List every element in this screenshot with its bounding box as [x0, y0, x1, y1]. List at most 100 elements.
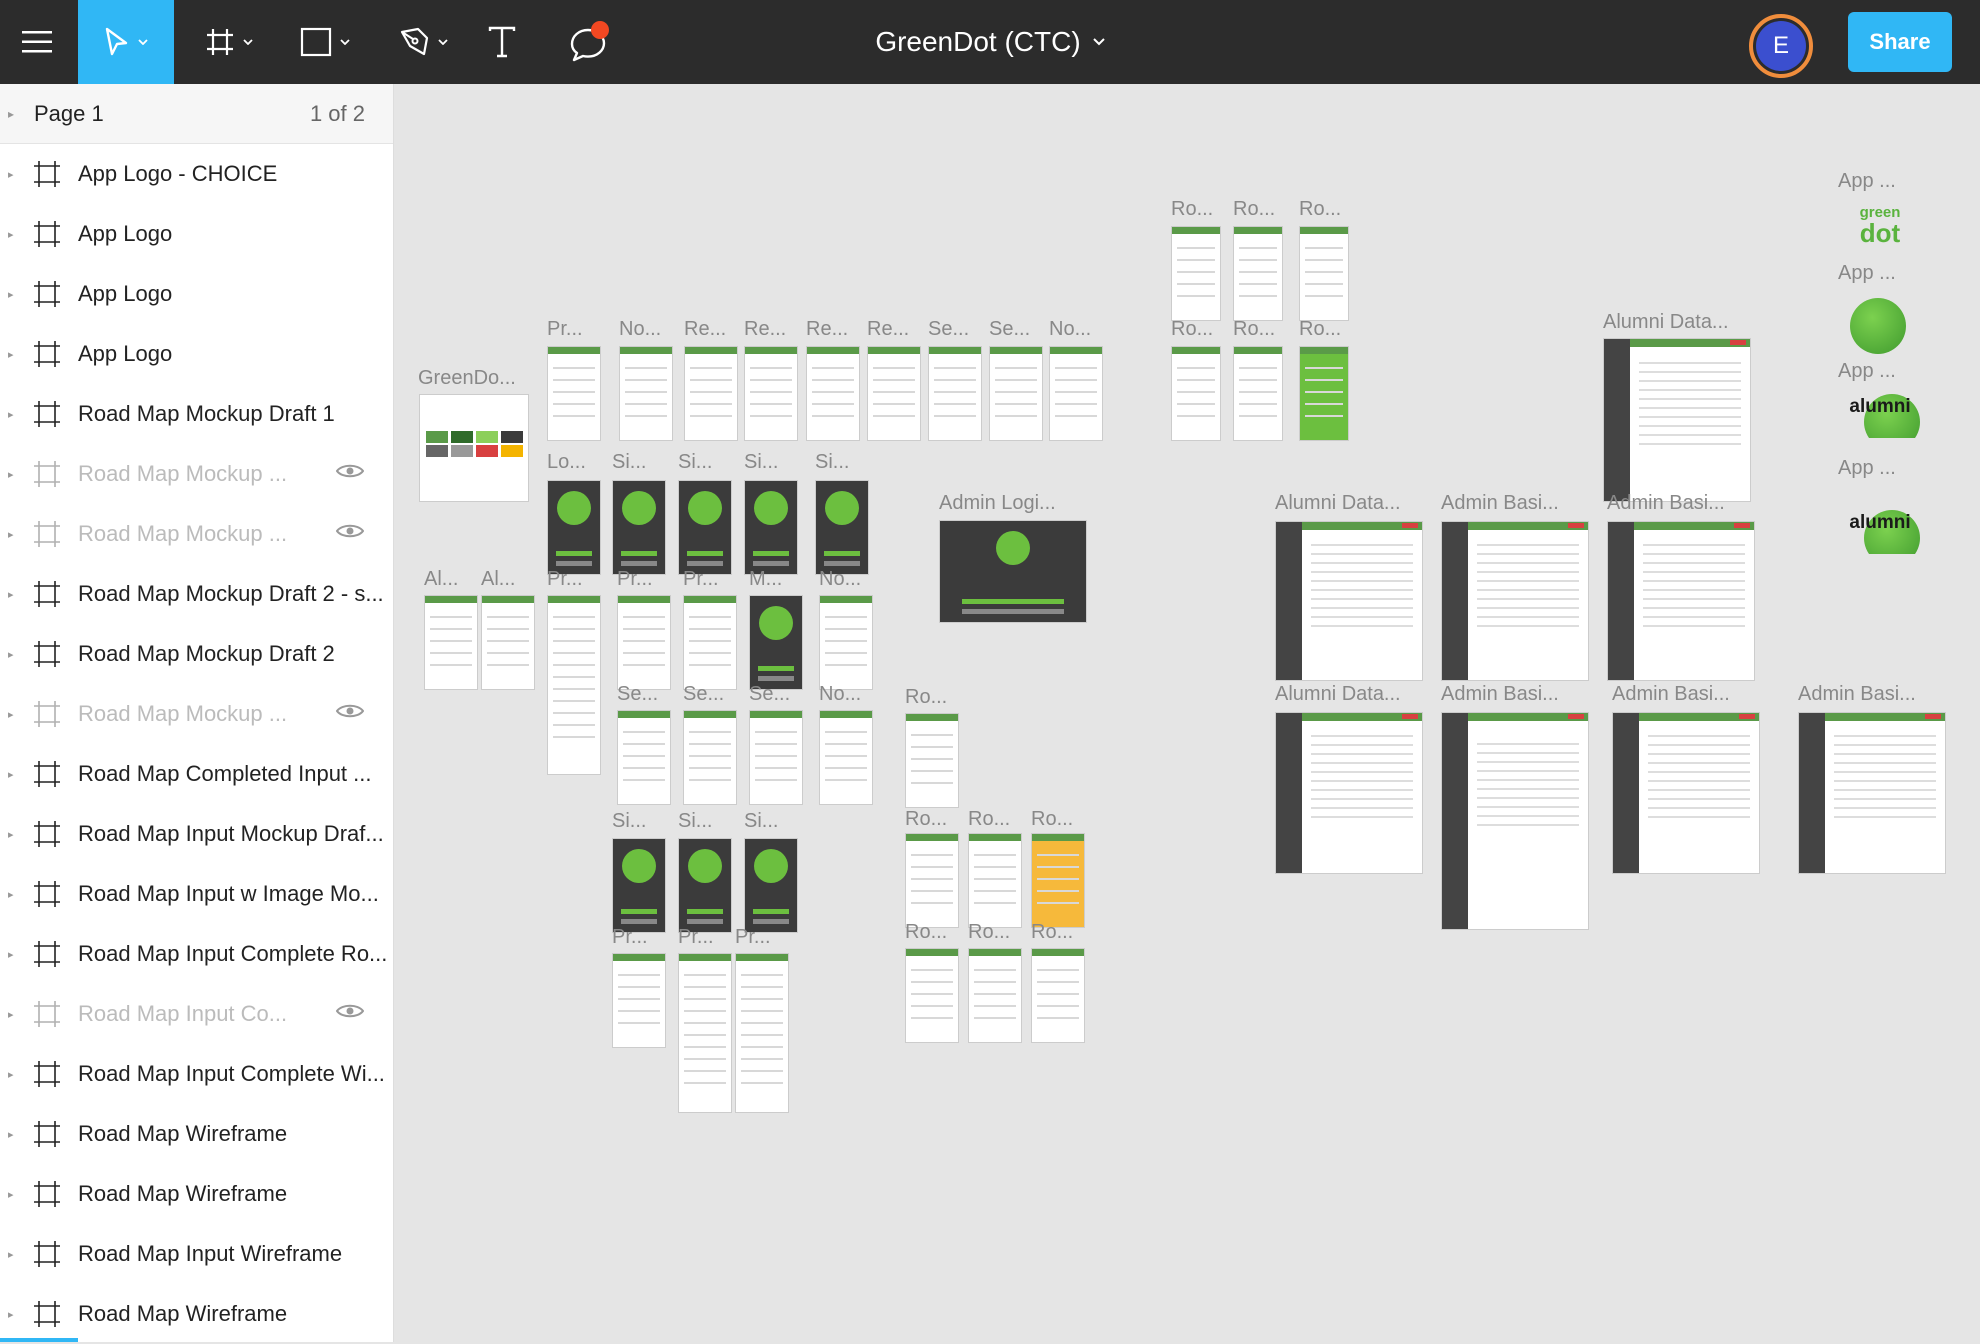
mobile-frame-thumbnail[interactable]	[867, 346, 921, 441]
frame-label[interactable]: Si...	[612, 810, 646, 833]
layer-item[interactable]: ▸ Road Map Mockup ...	[0, 444, 393, 504]
admin-frame-thumbnail[interactable]	[1441, 521, 1589, 681]
layer-item[interactable]: ▸ Road Map Mockup Draft 1	[0, 384, 393, 444]
move-tool-button[interactable]	[78, 0, 174, 84]
pen-tool-button[interactable]	[388, 0, 458, 84]
layer-item[interactable]: ▸ Road Map Input Complete Wi...	[0, 1044, 393, 1104]
frame-label[interactable]: Ro...	[1233, 198, 1275, 221]
frame-label[interactable]: Ro...	[1031, 921, 1073, 944]
frame-label[interactable]: Admin Basi...	[1607, 492, 1725, 515]
frame-label[interactable]: Admin Logi...	[939, 492, 1056, 515]
layer-item[interactable]: ▸ Road Map Wireframe	[0, 1164, 393, 1224]
frame-label[interactable]: Admin Basi...	[1441, 683, 1559, 706]
admin-frame-thumbnail[interactable]	[1275, 521, 1423, 681]
comment-tool-button[interactable]	[556, 0, 620, 84]
frame-label[interactable]: Re...	[806, 318, 848, 341]
frame-label[interactable]: Se...	[683, 683, 724, 706]
expand-triangle-icon[interactable]: ▸	[8, 1248, 14, 1261]
mobile-frame-thumbnail[interactable]	[806, 346, 860, 441]
file-title-menu[interactable]: GreenDot (CTC)	[875, 26, 1105, 58]
frame-label[interactable]: Re...	[744, 318, 786, 341]
frame-label[interactable]: Re...	[867, 318, 909, 341]
app-logo-frame[interactable]	[1840, 290, 1920, 360]
mobile-frame-thumbnail[interactable]	[1233, 346, 1283, 441]
frame-label[interactable]: Si...	[612, 451, 646, 474]
login-frame-thumbnail[interactable]	[749, 595, 803, 690]
avatar[interactable]: E	[1749, 14, 1813, 78]
layer-item[interactable]: ▸ Road Map Mockup ...	[0, 504, 393, 564]
mobile-frame-thumbnail[interactable]	[1171, 226, 1221, 321]
expand-triangle-icon[interactable]: ▸	[8, 408, 14, 421]
mobile-frame-thumbnail[interactable]	[928, 346, 982, 441]
app-logo-frame[interactable]: alumni	[1840, 484, 1920, 554]
mobile-frame-thumbnail[interactable]	[1299, 346, 1349, 441]
frame-label[interactable]: Si...	[744, 451, 778, 474]
layer-item[interactable]: ▸ Road Map Wireframe	[0, 1284, 393, 1344]
layer-item[interactable]: ▸ Road Map Input Wireframe	[0, 1224, 393, 1284]
mobile-frame-thumbnail[interactable]	[1299, 226, 1349, 321]
frame-label[interactable]: Re...	[684, 318, 726, 341]
mobile-frame-thumbnail[interactable]	[617, 595, 671, 690]
mobile-frame-thumbnail[interactable]	[424, 595, 478, 690]
app-logo-frame[interactable]: green dot	[1840, 198, 1920, 268]
expand-triangle-icon[interactable]: ▸	[8, 588, 14, 601]
frame-label[interactable]: Ro...	[1171, 318, 1213, 341]
layer-item[interactable]: ▸ App Logo	[0, 324, 393, 384]
expand-triangle-icon[interactable]: ▸	[8, 708, 14, 721]
app-logo-frame[interactable]: alumni	[1840, 368, 1920, 438]
expand-triangle-icon[interactable]: ▸	[8, 768, 14, 781]
frame-label[interactable]: Pr...	[678, 926, 714, 949]
layer-item[interactable]: ▸ Road Map Mockup ...	[0, 684, 393, 744]
frame-label[interactable]: App ...	[1838, 170, 1896, 193]
frame-label[interactable]: Se...	[989, 318, 1030, 341]
expand-triangle-icon[interactable]: ▸	[8, 948, 14, 961]
frame-label[interactable]: Ro...	[905, 686, 947, 709]
mobile-frame-thumbnail[interactable]	[968, 833, 1022, 928]
mobile-frame-thumbnail[interactable]	[819, 710, 873, 805]
main-menu-button[interactable]	[0, 0, 74, 84]
login-frame-thumbnail[interactable]	[939, 520, 1087, 623]
expand-triangle-icon[interactable]: ▸	[8, 168, 14, 181]
layer-item[interactable]: ▸ Road Map Completed Input ...	[0, 744, 393, 804]
mobile-frame-thumbnail[interactable]	[968, 948, 1022, 1043]
mobile-frame-thumbnail[interactable]	[989, 346, 1043, 441]
expand-triangle-icon[interactable]: ▸	[8, 1008, 14, 1021]
frame-label[interactable]: Pr...	[547, 568, 583, 591]
mobile-frame-thumbnail[interactable]	[744, 346, 798, 441]
frame-tool-button[interactable]	[194, 0, 264, 84]
mobile-frame-thumbnail[interactable]	[619, 346, 673, 441]
layer-item[interactable]: ▸ Road Map Wireframe	[0, 1104, 393, 1164]
expand-triangle-icon[interactable]: ▸	[8, 888, 14, 901]
layer-item[interactable]: ▸ Road Map Input Co...	[0, 984, 393, 1044]
share-button[interactable]: Share	[1848, 12, 1952, 72]
mobile-frame-thumbnail[interactable]	[547, 595, 601, 775]
frame-label[interactable]: Si...	[744, 810, 778, 833]
expand-triangle-icon[interactable]: ▸	[8, 348, 14, 361]
frame-label[interactable]: No...	[1049, 318, 1091, 341]
frame-label[interactable]: Ro...	[905, 808, 947, 831]
mobile-frame-thumbnail[interactable]	[481, 595, 535, 690]
admin-frame-thumbnail[interactable]	[1607, 521, 1755, 681]
frame-label[interactable]: GreenDo...	[418, 367, 516, 390]
frame-label[interactable]: Se...	[928, 318, 969, 341]
shape-tool-button[interactable]	[290, 0, 360, 84]
frame-label[interactable]: Si...	[815, 451, 849, 474]
frame-label[interactable]: Admin Basi...	[1612, 683, 1730, 706]
eye-icon[interactable]	[335, 462, 365, 485]
frame-label[interactable]: Si...	[678, 451, 712, 474]
frame-label[interactable]: Pr...	[735, 926, 771, 949]
mobile-frame-thumbnail[interactable]	[617, 710, 671, 805]
design-canvas[interactable]: GreenDo... Pr... No... Re... Re... Re... Re...…	[394, 84, 1980, 1342]
expand-triangle-icon[interactable]: ▸	[8, 1128, 14, 1141]
mobile-frame-thumbnail[interactable]	[683, 595, 737, 690]
expand-triangle-icon[interactable]: ▸	[8, 228, 14, 241]
admin-frame-thumbnail[interactable]	[1603, 338, 1751, 502]
mobile-frame-thumbnail[interactable]	[749, 710, 803, 805]
text-tool-button[interactable]	[472, 0, 532, 84]
layer-item[interactable]: ▸ App Logo - CHOICE	[0, 144, 393, 204]
mobile-frame-thumbnail[interactable]	[684, 346, 738, 441]
frame-label[interactable]: Alumni Data...	[1275, 683, 1401, 706]
mobile-frame-thumbnail[interactable]	[1171, 346, 1221, 441]
frame-label[interactable]: Admin Basi...	[1441, 492, 1559, 515]
frame-label[interactable]: Pr...	[683, 568, 719, 591]
